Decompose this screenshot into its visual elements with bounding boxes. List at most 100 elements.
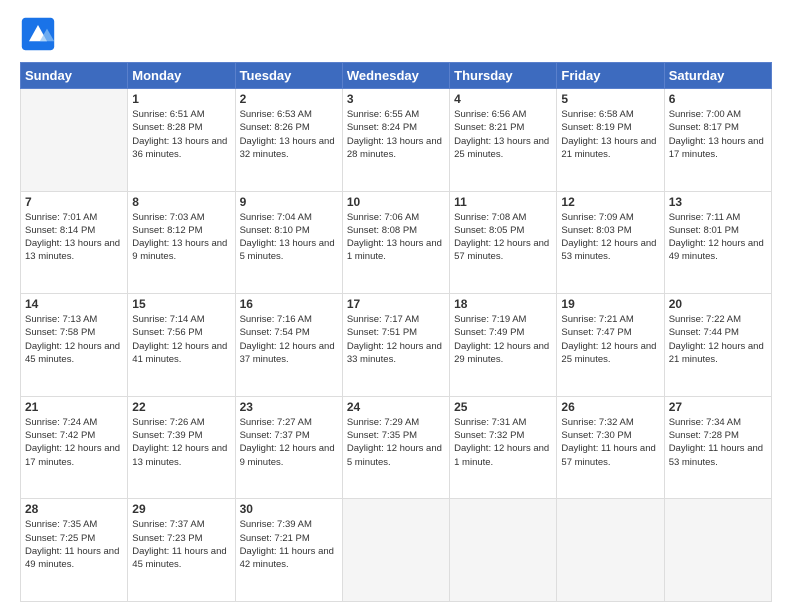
day-number: 1	[132, 92, 230, 106]
day-number: 8	[132, 195, 230, 209]
day-number: 20	[669, 297, 767, 311]
day-info: Sunrise: 7:31 AMSunset: 7:32 PMDaylight:…	[454, 416, 552, 469]
day-info: Sunrise: 7:11 AMSunset: 8:01 PMDaylight:…	[669, 211, 767, 264]
week-row-3: 14 Sunrise: 7:13 AMSunset: 7:58 PMDayligh…	[21, 294, 772, 397]
day-number: 30	[240, 502, 338, 516]
day-number: 17	[347, 297, 445, 311]
day-cell: 2Sunrise: 6:53 AMSunset: 8:26 PMDaylight…	[235, 89, 342, 192]
day-info: Sunrise: 7:04 AMSunset: 8:10 PMDaylight:…	[240, 211, 338, 264]
day-info: Sunrise: 7:39 AMSunset: 7:21 PMDaylight:…	[240, 518, 338, 571]
day-number: 3	[347, 92, 445, 106]
day-cell: 26 Sunrise: 7:32 AMSunset: 7:30 PMDayligh…	[557, 396, 664, 499]
day-cell: 14 Sunrise: 7:13 AMSunset: 7:58 PMDayligh…	[21, 294, 128, 397]
day-cell: 5 Sunrise: 6:58 AMSunset: 8:19 PMDaylight…	[557, 89, 664, 192]
day-info: Sunrise: 7:24 AMSunset: 7:42 PMDaylight:…	[25, 416, 123, 469]
week-row-5: 28Sunrise: 7:35 AMSunset: 7:25 PMDayligh…	[21, 499, 772, 602]
day-info: Sunrise: 7:22 AMSunset: 7:44 PMDaylight:…	[669, 313, 767, 366]
day-number: 7	[25, 195, 123, 209]
day-info: Sunrise: 7:26 AMSunset: 7:39 PMDaylight:…	[132, 416, 230, 469]
day-cell: 16 Sunrise: 7:16 AMSunset: 7:54 PMDayligh…	[235, 294, 342, 397]
day-cell	[557, 499, 664, 602]
header	[20, 16, 772, 52]
day-number: 14	[25, 297, 123, 311]
logo	[20, 16, 62, 52]
day-number: 27	[669, 400, 767, 414]
day-info: Sunrise: 7:17 AMSunset: 7:51 PMDaylight:…	[347, 313, 445, 366]
day-cell: 23 Sunrise: 7:27 AMSunset: 7:37 PMDayligh…	[235, 396, 342, 499]
day-info: Sunrise: 7:27 AMSunset: 7:37 PMDaylight:…	[240, 416, 338, 469]
day-cell: 29 Sunrise: 7:37 AMSunset: 7:23 PMDayligh…	[128, 499, 235, 602]
day-info: Sunrise: 7:13 AMSunset: 7:58 PMDaylight:…	[25, 313, 123, 366]
week-row-1: 1 Sunrise: 6:51 AMSunset: 8:28 PMDaylight…	[21, 89, 772, 192]
day-cell: 3 Sunrise: 6:55 AMSunset: 8:24 PMDaylight…	[342, 89, 449, 192]
day-info: Sunrise: 7:35 AMSunset: 7:25 PMDaylight:…	[25, 518, 123, 571]
page: SundayMondayTuesdayWednesdayThursdayFrid…	[0, 0, 792, 612]
day-info: Sunrise: 6:55 AMSunset: 8:24 PMDaylight:…	[347, 108, 445, 161]
day-cell: 24 Sunrise: 7:29 AMSunset: 7:35 PMDayligh…	[342, 396, 449, 499]
calendar-table: SundayMondayTuesdayWednesdayThursdayFrid…	[20, 62, 772, 602]
day-number: 23	[240, 400, 338, 414]
day-info: Sunrise: 7:00 AMSunset: 8:17 PMDaylight:…	[669, 108, 767, 161]
day-number: 9	[240, 195, 338, 209]
weekday-header-friday: Friday	[557, 63, 664, 89]
day-cell: 6 Sunrise: 7:00 AMSunset: 8:17 PMDaylight…	[664, 89, 771, 192]
day-cell: 4 Sunrise: 6:56 AMSunset: 8:21 PMDaylight…	[450, 89, 557, 192]
day-cell: 17 Sunrise: 7:17 AMSunset: 7:51 PMDayligh…	[342, 294, 449, 397]
day-number: 11	[454, 195, 552, 209]
day-info: Sunrise: 7:01 AMSunset: 8:14 PMDaylight:…	[25, 211, 123, 264]
day-number: 21	[25, 400, 123, 414]
day-info: Sunrise: 7:08 AMSunset: 8:05 PMDaylight:…	[454, 211, 552, 264]
day-number: 2	[240, 92, 338, 106]
day-number: 12	[561, 195, 659, 209]
day-number: 4	[454, 92, 552, 106]
day-number: 5	[561, 92, 659, 106]
day-info: Sunrise: 7:16 AMSunset: 7:54 PMDaylight:…	[240, 313, 338, 366]
weekday-header-tuesday: Tuesday	[235, 63, 342, 89]
day-number: 13	[669, 195, 767, 209]
day-number: 19	[561, 297, 659, 311]
day-number: 6	[669, 92, 767, 106]
day-number: 29	[132, 502, 230, 516]
day-number: 18	[454, 297, 552, 311]
day-info: Sunrise: 7:14 AMSunset: 7:56 PMDaylight:…	[132, 313, 230, 366]
day-cell: 27 Sunrise: 7:34 AMSunset: 7:28 PMDayligh…	[664, 396, 771, 499]
day-info: Sunrise: 7:21 AMSunset: 7:47 PMDaylight:…	[561, 313, 659, 366]
day-cell: 21 Sunrise: 7:24 AMSunset: 7:42 PMDayligh…	[21, 396, 128, 499]
day-info: Sunrise: 7:03 AMSunset: 8:12 PMDaylight:…	[132, 211, 230, 264]
day-cell: 22 Sunrise: 7:26 AMSunset: 7:39 PMDayligh…	[128, 396, 235, 499]
day-cell: 18 Sunrise: 7:19 AMSunset: 7:49 PMDayligh…	[450, 294, 557, 397]
day-info: Sunrise: 7:06 AMSunset: 8:08 PMDaylight:…	[347, 211, 445, 264]
day-number: 15	[132, 297, 230, 311]
day-info: Sunrise: 7:32 AMSunset: 7:30 PMDaylight:…	[561, 416, 659, 469]
day-cell	[21, 89, 128, 192]
day-cell: 1 Sunrise: 6:51 AMSunset: 8:28 PMDaylight…	[128, 89, 235, 192]
day-cell	[342, 499, 449, 602]
day-info: Sunrise: 7:29 AMSunset: 7:35 PMDaylight:…	[347, 416, 445, 469]
day-number: 24	[347, 400, 445, 414]
day-number: 16	[240, 297, 338, 311]
day-cell	[664, 499, 771, 602]
day-cell: 13 Sunrise: 7:11 AMSunset: 8:01 PMDayligh…	[664, 191, 771, 294]
week-row-4: 21 Sunrise: 7:24 AMSunset: 7:42 PMDayligh…	[21, 396, 772, 499]
day-number: 22	[132, 400, 230, 414]
logo-icon	[20, 16, 56, 52]
day-info: Sunrise: 6:58 AMSunset: 8:19 PMDaylight:…	[561, 108, 659, 161]
day-cell: 20 Sunrise: 7:22 AMSunset: 7:44 PMDayligh…	[664, 294, 771, 397]
day-info: Sunrise: 7:09 AMSunset: 8:03 PMDaylight:…	[561, 211, 659, 264]
day-cell: 25 Sunrise: 7:31 AMSunset: 7:32 PMDayligh…	[450, 396, 557, 499]
weekday-header-thursday: Thursday	[450, 63, 557, 89]
day-cell: 7 Sunrise: 7:01 AMSunset: 8:14 PMDaylight…	[21, 191, 128, 294]
weekday-header-row: SundayMondayTuesdayWednesdayThursdayFrid…	[21, 63, 772, 89]
day-number: 25	[454, 400, 552, 414]
weekday-header-saturday: Saturday	[664, 63, 771, 89]
day-info: Sunrise: 7:37 AMSunset: 7:23 PMDaylight:…	[132, 518, 230, 571]
weekday-header-sunday: Sunday	[21, 63, 128, 89]
day-info: Sunrise: 7:19 AMSunset: 7:49 PMDaylight:…	[454, 313, 552, 366]
day-cell: 10Sunrise: 7:06 AMSunset: 8:08 PMDayligh…	[342, 191, 449, 294]
day-info: Sunrise: 6:51 AMSunset: 8:28 PMDaylight:…	[132, 108, 230, 161]
day-cell: 28Sunrise: 7:35 AMSunset: 7:25 PMDayligh…	[21, 499, 128, 602]
day-info: Sunrise: 6:56 AMSunset: 8:21 PMDaylight:…	[454, 108, 552, 161]
day-number: 26	[561, 400, 659, 414]
day-info: Sunrise: 7:34 AMSunset: 7:28 PMDaylight:…	[669, 416, 767, 469]
day-cell	[450, 499, 557, 602]
